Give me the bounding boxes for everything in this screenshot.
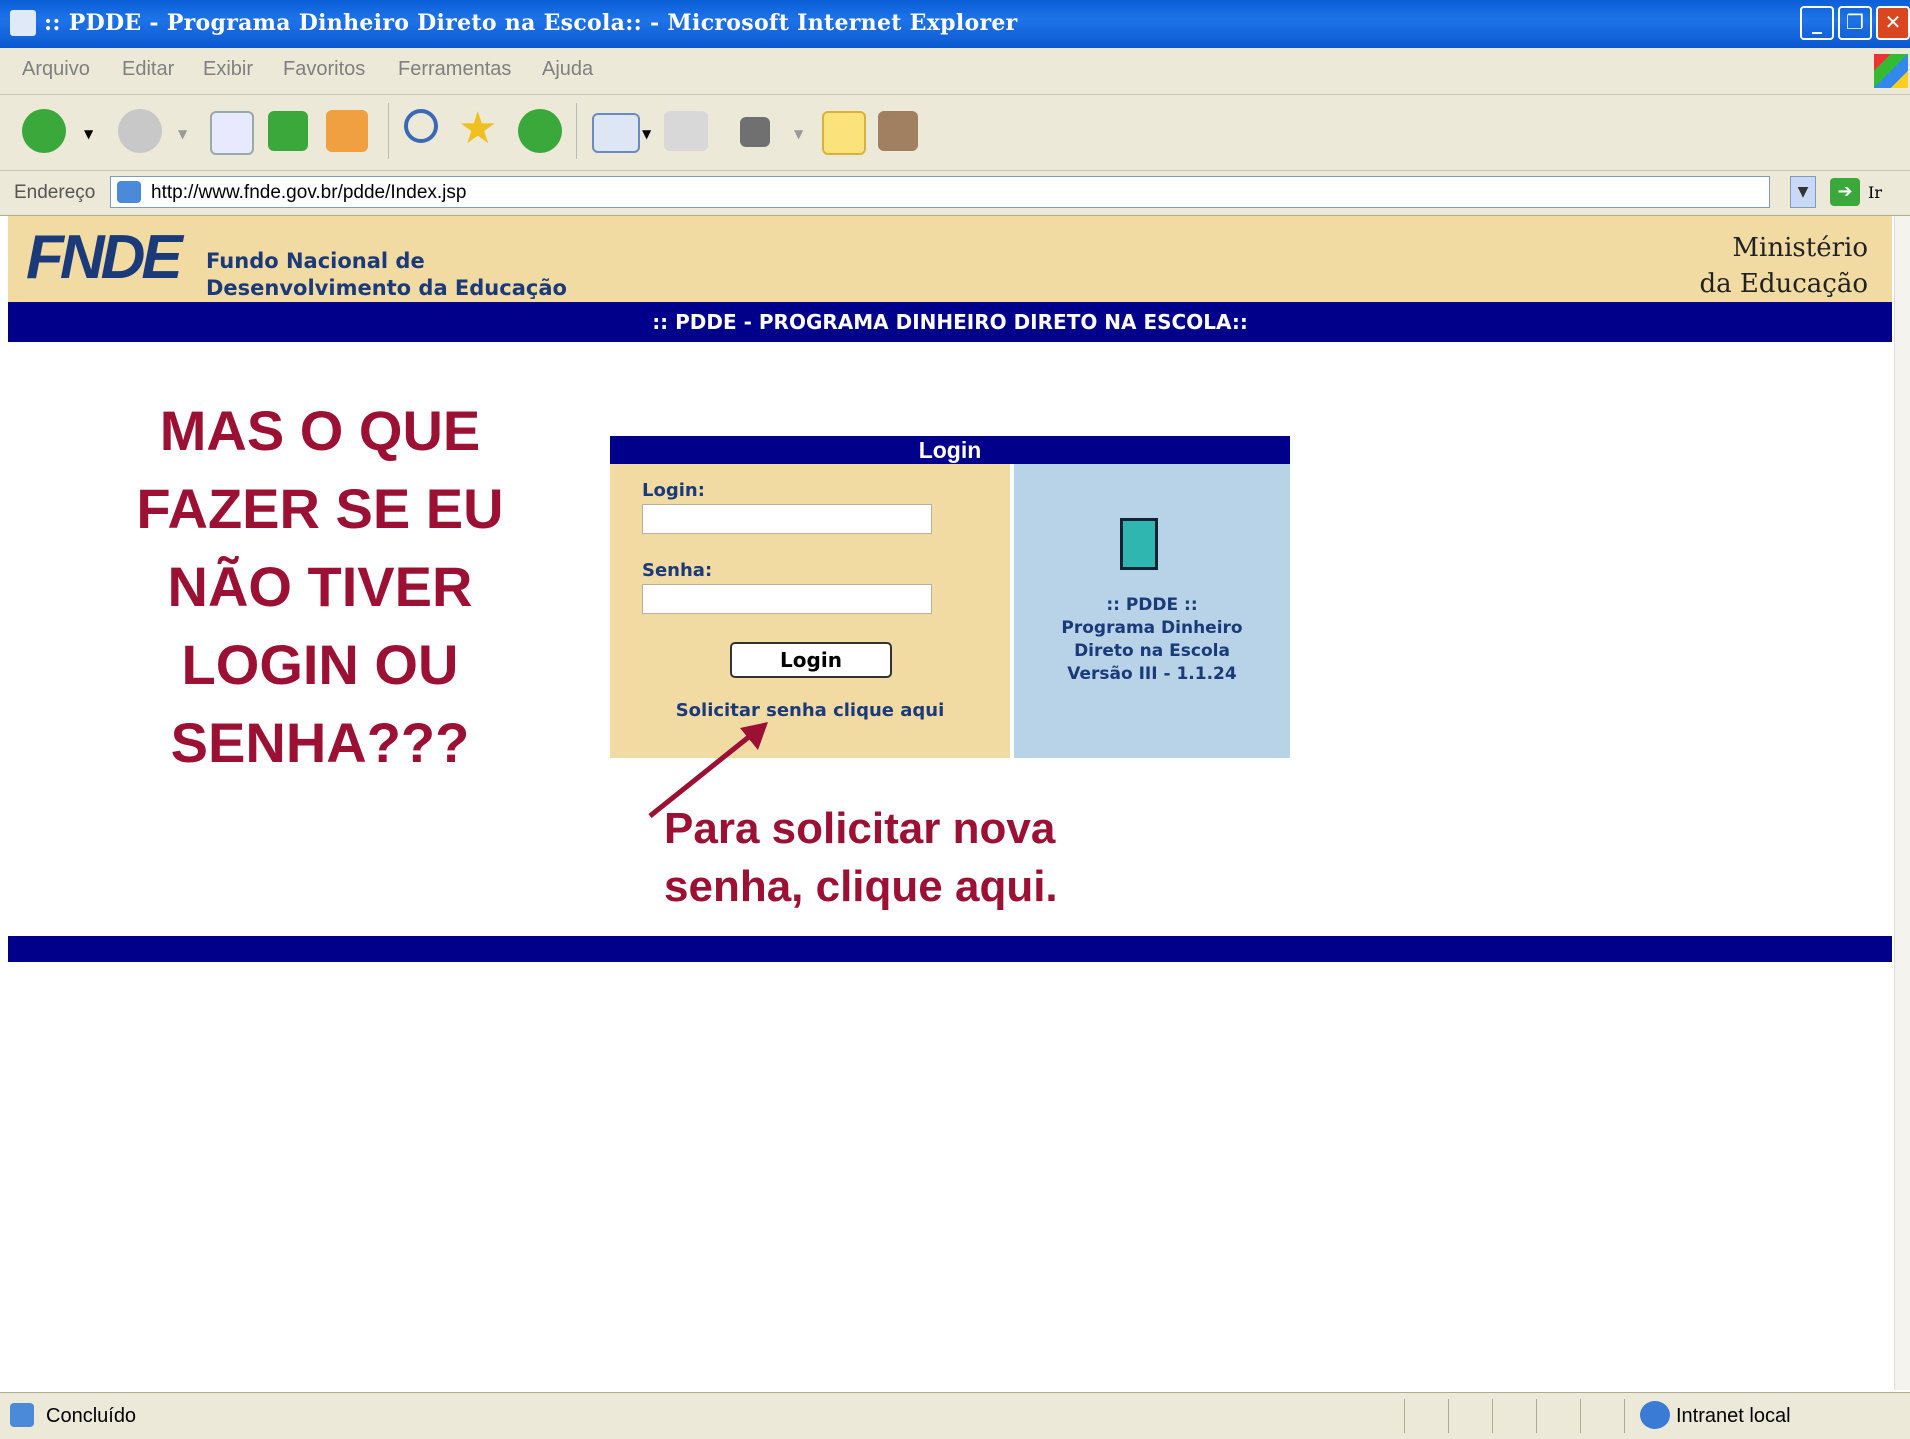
ministry-name-line2: da Educação bbox=[1699, 269, 1868, 299]
ie-icon bbox=[10, 10, 36, 36]
book-icon bbox=[1120, 518, 1158, 570]
home-icon[interactable] bbox=[326, 110, 368, 152]
page-icon bbox=[117, 181, 141, 203]
toolbar-separator bbox=[388, 103, 389, 159]
page-footer-bar bbox=[8, 936, 1892, 962]
address-dropdown-button[interactable]: ▼ bbox=[1790, 176, 1816, 208]
organization-name-line2: Desenvolvimento da Educação bbox=[206, 276, 567, 300]
research-icon[interactable] bbox=[878, 111, 918, 151]
close-button[interactable]: ✕ bbox=[1876, 6, 1910, 40]
address-bar: Endereço http://www.fnde.gov.br/pdde/Ind… bbox=[0, 171, 1910, 216]
program-banner-text: :: PDDE - PROGRAMA DINHEIRO DIRETO NA ES… bbox=[652, 310, 1248, 334]
annotation-hint: Para solicitar nova senha, clique aqui. bbox=[664, 800, 1058, 916]
menu-editar[interactable]: Editar bbox=[122, 58, 174, 81]
menu-ajuda[interactable]: Ajuda bbox=[542, 58, 593, 81]
print-icon[interactable] bbox=[664, 111, 708, 151]
refresh-icon[interactable] bbox=[268, 111, 308, 151]
program-banner: :: PDDE - PROGRAMA DINHEIRO DIRETO NA ES… bbox=[8, 302, 1892, 342]
password-label: Senha: bbox=[642, 560, 713, 581]
system-info-panel: :: PDDE :: Programa Dinheiro Direto na E… bbox=[1014, 464, 1290, 758]
hint-line: Para solicitar nova bbox=[664, 804, 1056, 853]
ministry-name-line1: Ministério bbox=[1732, 233, 1868, 263]
go-label[interactable]: Ir bbox=[1868, 183, 1882, 202]
vertical-scrollbar[interactable] bbox=[1894, 216, 1910, 1390]
forward-icon[interactable] bbox=[118, 109, 162, 153]
system-info-line: Direto na Escola bbox=[1074, 641, 1230, 661]
system-info-line: Versão III - 1.1.24 bbox=[1067, 664, 1237, 684]
intranet-zone-icon bbox=[1640, 1401, 1670, 1429]
login-panel-title: Login bbox=[610, 436, 1290, 464]
status-separator bbox=[1492, 1399, 1493, 1433]
page-status-icon bbox=[10, 1403, 34, 1427]
edit-dropdown-icon[interactable]: ▼ bbox=[794, 127, 803, 141]
fnde-logo: FNDE bbox=[26, 223, 183, 292]
login-button[interactable]: Login bbox=[730, 642, 892, 678]
edit-icon[interactable] bbox=[740, 117, 770, 147]
system-info-line: :: PDDE :: bbox=[1106, 595, 1198, 615]
title-bar: :: PDDE - Programa Dinheiro Direto na Es… bbox=[0, 0, 1910, 48]
menu-favoritos[interactable]: Favoritos bbox=[283, 58, 365, 81]
mail-icon[interactable] bbox=[592, 113, 640, 153]
status-separator bbox=[1624, 1399, 1625, 1433]
status-separator bbox=[1448, 1399, 1449, 1433]
status-separator bbox=[1404, 1399, 1405, 1433]
status-bar: Concluído Intranet local bbox=[0, 1392, 1910, 1439]
minimize-button[interactable]: _ bbox=[1800, 6, 1834, 40]
mail-dropdown-icon[interactable]: ▼ bbox=[642, 127, 651, 141]
toolbar: ▼ ▼ ★ ▼ ▼ bbox=[0, 95, 1910, 171]
address-url[interactable]: http://www.fnde.gov.br/pdde/Index.jsp bbox=[151, 182, 466, 204]
organization-name-line1: Fundo Nacional de bbox=[206, 249, 425, 273]
go-button[interactable]: ➔ bbox=[1830, 178, 1860, 206]
menu-ferramentas[interactable]: Ferramentas bbox=[398, 58, 511, 81]
history-icon[interactable] bbox=[518, 109, 562, 153]
menu-bar: Arquivo Editar Exibir Favoritos Ferramen… bbox=[0, 48, 1910, 95]
windows-logo-icon bbox=[1874, 54, 1908, 88]
menu-exibir[interactable]: Exibir bbox=[203, 58, 253, 81]
login-input[interactable] bbox=[642, 504, 932, 534]
ministry-name: Ministério da Educação bbox=[1699, 230, 1868, 302]
status-text: Concluído bbox=[46, 1405, 137, 1427]
restore-button[interactable]: ❐ bbox=[1838, 6, 1872, 40]
note-icon[interactable] bbox=[822, 111, 866, 155]
back-icon[interactable] bbox=[22, 109, 66, 153]
hint-line: senha, clique aqui. bbox=[664, 862, 1058, 911]
menu-arquivo[interactable]: Arquivo bbox=[22, 58, 90, 81]
stop-icon[interactable] bbox=[210, 111, 254, 155]
toolbar-separator bbox=[576, 103, 577, 159]
question-line: NÃO TIVER bbox=[167, 555, 473, 618]
password-input[interactable] bbox=[642, 584, 932, 614]
organization-name: Fundo Nacional de Desenvolvimento da Edu… bbox=[206, 248, 567, 302]
search-icon[interactable] bbox=[404, 109, 438, 143]
question-line: LOGIN OU bbox=[181, 633, 459, 696]
back-dropdown-icon[interactable]: ▼ bbox=[84, 127, 93, 141]
question-line: SENHA??? bbox=[170, 711, 470, 774]
system-info: :: PDDE :: Programa Dinheiro Direto na E… bbox=[1014, 594, 1290, 686]
security-zone: Intranet local bbox=[1676, 1405, 1791, 1427]
address-label: Endereço bbox=[14, 182, 96, 203]
login-label: Login: bbox=[642, 480, 705, 501]
status-separator bbox=[1580, 1399, 1581, 1433]
status-separator bbox=[1536, 1399, 1537, 1433]
address-input[interactable]: http://www.fnde.gov.br/pdde/Index.jsp bbox=[110, 176, 1770, 208]
window-title: :: PDDE - Programa Dinheiro Direto na Es… bbox=[44, 10, 1018, 36]
question-line: FAZER SE EU bbox=[136, 477, 504, 540]
annotation-question: MAS O QUE FAZER SE EU NÃO TIVER LOGIN OU… bbox=[90, 392, 550, 782]
forward-dropdown-icon[interactable]: ▼ bbox=[178, 127, 187, 141]
favorites-icon[interactable]: ★ bbox=[458, 103, 497, 154]
site-header: FNDE Fundo Nacional de Desenvolvimento d… bbox=[8, 216, 1892, 302]
question-line: MAS O QUE bbox=[159, 399, 481, 462]
system-info-line: Programa Dinheiro bbox=[1061, 618, 1243, 638]
